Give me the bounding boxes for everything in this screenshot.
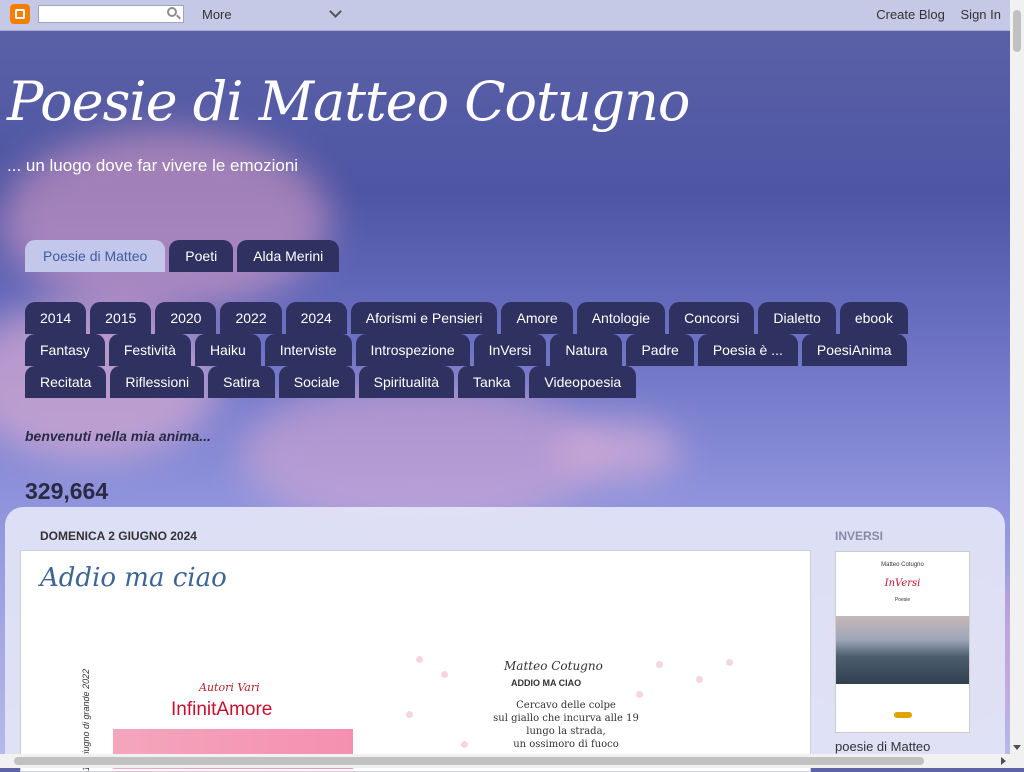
label-link[interactable]: Haiku [194,334,261,366]
page-tabs: Poesie di Matteo Poeti Alda Merini [25,240,340,272]
publisher-logo-icon [894,712,912,718]
label-link[interactable]: Dialetto [758,302,836,334]
search-icon[interactable] [167,7,177,17]
poem-image-addio-ma-ciao[interactable]: Matteo Cotugno ADDIO MA CIAO Cercavo del… [396,651,741,771]
label-link[interactable]: Padre [626,334,694,366]
search-input[interactable] [38,5,184,23]
blogger-logo-icon[interactable] [10,4,30,24]
tab-alda-merini[interactable]: Alda Merini [237,240,340,272]
label-link[interactable]: Riflessioni [110,366,205,398]
sign-in-link[interactable]: Sign In [961,7,1001,22]
label-link[interactable]: PoesiAnima [801,334,907,366]
blog-description: ... un luogo dove far vivere le emozioni [7,156,299,175]
post-card: Addio ma ciao 16 giugno di grande 2022 A… [20,550,811,772]
label-link[interactable]: Tanka [458,366,526,398]
label-link[interactable]: Concorsi [669,302,755,334]
sidebar-book-author: Matteo Cotugno [881,562,924,568]
tab-poesie-di-matteo[interactable]: Poesie di Matteo [25,240,166,272]
label-link[interactable]: 2024 [285,302,347,334]
label-link[interactable]: Festività [108,334,191,366]
label-link[interactable]: Fantasy [25,334,105,366]
label-link[interactable]: Videopoesia [529,366,637,398]
poem-line: lungo la strada, [526,726,606,737]
label-link[interactable]: Spiritualità [358,366,455,398]
label-link[interactable]: Satira [208,366,275,398]
poem-line: un ossimoro di fuoco [513,739,619,750]
poem-text: Cercavo delle colpe sul giallo che incur… [486,699,646,751]
label-link[interactable]: Natura [550,334,623,366]
sidebar-section-title: INVERSI [835,529,884,543]
sidebar-book-title: InVersi [884,578,921,589]
main-content: DOMENICA 2 GIUGNO 2024 Addio ma ciao 16 … [5,507,1005,772]
scroll-right-arrow-icon[interactable] [1001,757,1006,765]
label-link[interactable]: Poesia è ... [697,334,798,366]
label-link[interactable]: Amore [501,302,573,334]
label-link[interactable]: 2014 [25,302,87,334]
label-link[interactable]: Recitata [25,366,107,398]
background-cloud [560,420,680,480]
horizontal-scrollbar[interactable] [0,754,1010,768]
book-authors: Autori Vari [199,681,260,694]
sidebar-book-photo [836,616,969,684]
post-date-header: DOMENICA 2 GIUGNO 2024 [40,529,197,543]
blogger-navbar: More Create Blog Sign In [0,0,1010,31]
poem-title: ADDIO MA CIAO [511,678,582,688]
poem-line: Cercavo delle colpe [516,700,616,711]
label-link[interactable]: InVersi [473,334,547,366]
scroll-down-arrow-icon[interactable] [1013,745,1021,750]
label-link[interactable]: 2015 [90,302,152,334]
scrollbar-thumb[interactable] [1013,10,1021,52]
blog-title[interactable]: Poesie di Matteo Cotugno [7,70,690,133]
post-title[interactable]: Addio ma ciao [40,563,227,593]
label-link[interactable]: 2020 [155,302,217,334]
chevron-down-icon[interactable] [329,5,342,18]
visit-counter: 329,664 [25,478,109,504]
label-link[interactable]: ebook [839,302,908,334]
tab-poeti[interactable]: Poeti [169,240,234,272]
sidebar-book-cover[interactable]: Matteo Cotugno InVersi Poesie [835,551,970,733]
more-menu[interactable]: More [202,7,232,22]
vertical-scrollbar[interactable] [1010,0,1024,768]
create-blog-link[interactable]: Create Blog [876,7,945,22]
scrollbar-thumb[interactable] [14,757,924,765]
labels-list: 2014 2015 2020 2022 2024 Aforismi e Pens… [25,302,955,398]
label-link[interactable]: Antologie [576,302,666,334]
sidebar-caption: poesie di Matteo [835,739,931,754]
label-link[interactable]: 2022 [220,302,282,334]
label-link[interactable]: Interviste [264,334,352,366]
sidebar-book-subtitle: Poesie [894,597,911,603]
label-link[interactable]: Aforismi e Pensieri [350,302,498,334]
welcome-text: benvenuti nella mia anima... [25,428,211,444]
book-title: InfinitAmore [171,699,273,720]
poem-author: Matteo Cotugno [504,659,603,673]
poem-line: sul giallo che incurva alle 19 [493,713,639,724]
label-link[interactable]: Sociale [278,366,355,398]
label-link[interactable]: Introspezione [355,334,470,366]
